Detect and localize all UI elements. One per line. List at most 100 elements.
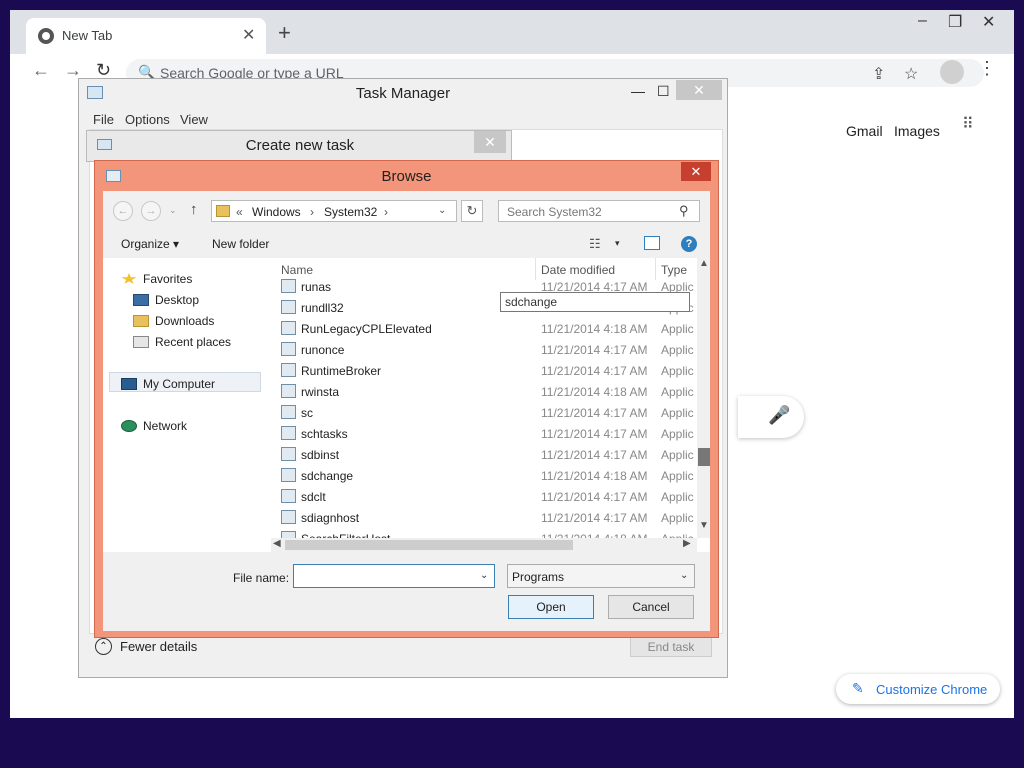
preview-pane-icon[interactable] [644, 236, 660, 250]
profile-avatar-icon[interactable] [940, 60, 964, 84]
nav-my-computer[interactable]: My Computer [121, 377, 215, 391]
microphone-icon[interactable]: 🎤 [768, 405, 790, 426]
nav-downloads[interactable]: Downloads [133, 314, 214, 328]
browse-titlebar: Browse ✕ [95, 161, 718, 191]
horizontal-scrollbar[interactable]: ◀ ▶ [271, 538, 697, 552]
computer-icon [121, 378, 137, 390]
breadcrumb-overflow[interactable]: « [236, 205, 243, 219]
executable-icon [281, 279, 296, 293]
chrome-minimize-button[interactable]: – [918, 12, 927, 30]
open-button[interactable]: Open [508, 595, 594, 619]
view-options-icon[interactable]: ☷ [589, 236, 601, 252]
address-dropdown-icon[interactable]: ⌄ [438, 205, 446, 216]
browse-dialog: Browse ✕ ← → ⌄ ↑ « Windows › System32 › … [94, 160, 719, 638]
create-new-task-close-button[interactable]: ✕ [474, 131, 506, 153]
nav-network-label: Network [143, 419, 188, 433]
horizontal-scroll-thumb[interactable] [285, 540, 573, 550]
vertical-scrollbar[interactable]: ▲ ▼ [697, 258, 710, 538]
file-row[interactable]: sdbinst 11/21/2014 4:17 AM Applic [271, 444, 695, 465]
file-type: Applic [661, 511, 694, 525]
new-folder-button[interactable]: New folder [212, 237, 269, 251]
executable-icon [281, 468, 296, 482]
address-bar[interactable]: « Windows › System32 › ⌄ [211, 200, 457, 222]
share-icon[interactable]: ⇪ [872, 64, 885, 84]
file-row[interactable]: runonce 11/21/2014 4:17 AM Applic [271, 339, 695, 360]
recent-locations-chevron-icon[interactable]: ⌄ [169, 205, 177, 216]
images-link[interactable]: Images [894, 123, 940, 139]
file-row[interactable]: RunLegacyCPLElevated 11/21/2014 4:18 AM Ap… [271, 318, 695, 339]
customize-chrome-button[interactable]: ✎ Customize Chrome [836, 674, 1000, 704]
nav-desktop[interactable]: Desktop [133, 293, 199, 307]
file-name: rwinsta [301, 385, 340, 399]
executable-icon [281, 426, 296, 440]
tab-new-tab[interactable]: New Tab ✕ [26, 18, 266, 54]
tm-minimize-button[interactable]: — [631, 83, 645, 99]
file-type: Applic [661, 448, 694, 462]
tm-maximize-button[interactable]: ☐ [657, 83, 670, 100]
file-name: RunLegacyCPLElevated [301, 322, 432, 336]
cancel-button[interactable]: Cancel [608, 595, 694, 619]
column-header-name[interactable]: Name [281, 263, 313, 277]
star-icon[interactable]: ☆ [904, 64, 918, 84]
end-task-button[interactable]: End task [630, 637, 712, 657]
tab-close-icon[interactable]: ✕ [242, 25, 255, 45]
file-row[interactable]: rwinsta 11/21/2014 4:18 AM Applic [271, 381, 695, 402]
scroll-down-icon[interactable]: ▼ [699, 520, 709, 531]
scroll-up-icon[interactable]: ▲ [699, 258, 709, 269]
up-folder-button[interactable]: ↑ [190, 201, 198, 218]
file-type: Applic [661, 469, 694, 483]
column-header-type[interactable]: Type [661, 263, 687, 277]
executable-icon [281, 342, 296, 356]
breadcrumb-separator[interactable]: › [384, 205, 388, 219]
file-row[interactable]: sdclt 11/21/2014 4:17 AM Applic [271, 486, 695, 507]
file-name-field[interactable]: ⌄ [293, 564, 495, 588]
breadcrumb-system32[interactable]: System32 [324, 205, 377, 219]
scroll-left-icon[interactable]: ◀ [273, 538, 281, 549]
chrome-maximize-button[interactable]: ❐ [948, 12, 962, 32]
nav-favorites[interactable]: Favorites [121, 272, 192, 286]
file-date: 11/21/2014 4:17 AM [541, 511, 648, 525]
menu-file[interactable]: File [93, 112, 114, 127]
executable-icon [281, 321, 296, 335]
menu-dots-icon[interactable]: ⋮ [978, 58, 996, 79]
file-row[interactable]: sdchange 11/21/2014 4:18 AM Applic [271, 465, 695, 486]
file-row[interactable]: schtasks 11/21/2014 4:17 AM Applic [271, 423, 695, 444]
refresh-button[interactable]: ↻ [461, 200, 483, 222]
nav-recent-places[interactable]: Recent places [133, 335, 231, 349]
nav-network[interactable]: Network [121, 419, 187, 433]
scroll-right-icon[interactable]: ▶ [683, 538, 691, 549]
vertical-scroll-thumb[interactable] [698, 448, 710, 466]
column-header-date[interactable]: Date modified [541, 263, 615, 277]
breadcrumb-separator[interactable]: › [310, 205, 314, 219]
back-button[interactable]: ← [32, 60, 50, 81]
browse-close-button[interactable]: ✕ [681, 162, 711, 181]
file-type-select[interactable]: Programs ⌄ [507, 564, 695, 588]
create-new-task-dialog: Create new task ✕ [86, 130, 512, 162]
nav-downloads-label: Downloads [155, 314, 215, 328]
file-name-dropdown-icon[interactable]: ⌄ [480, 570, 488, 581]
file-name: sdclt [301, 490, 326, 504]
apps-grid-icon[interactable]: ⠿ [962, 117, 975, 133]
tm-close-button[interactable]: ✕ [676, 80, 722, 100]
browse-back-button[interactable]: ← [113, 201, 133, 221]
file-row[interactable]: sdiagnhost 11/21/2014 4:17 AM Applic [271, 507, 695, 528]
file-name-input[interactable] [294, 565, 474, 587]
file-row[interactable]: sc 11/21/2014 4:17 AM Applic [271, 402, 695, 423]
breadcrumb-windows[interactable]: Windows [252, 205, 301, 219]
menu-view[interactable]: View [180, 112, 208, 127]
chrome-close-button[interactable]: ✕ [982, 12, 995, 32]
file-row[interactable]: RuntimeBroker 11/21/2014 4:17 AM Applic [271, 360, 695, 381]
browse-forward-button[interactable]: → [141, 201, 161, 221]
new-tab-button[interactable]: + [278, 22, 291, 44]
menu-options[interactable]: Options [125, 112, 170, 127]
recent-places-icon [133, 336, 149, 348]
view-dropdown-icon[interactable]: ▾ [615, 238, 620, 249]
gmail-link[interactable]: Gmail [846, 123, 883, 139]
organize-button[interactable]: Organize ▾ [121, 237, 179, 251]
search-system32-input[interactable]: Search System32 ⚲ [498, 200, 700, 222]
fewer-details-label: Fewer details [120, 639, 198, 654]
executable-icon [281, 300, 296, 314]
file-type: Applic [661, 364, 694, 378]
help-icon[interactable]: ? [681, 236, 697, 252]
navigation-pane: Favorites Desktop Downloads Recent place… [103, 258, 271, 552]
